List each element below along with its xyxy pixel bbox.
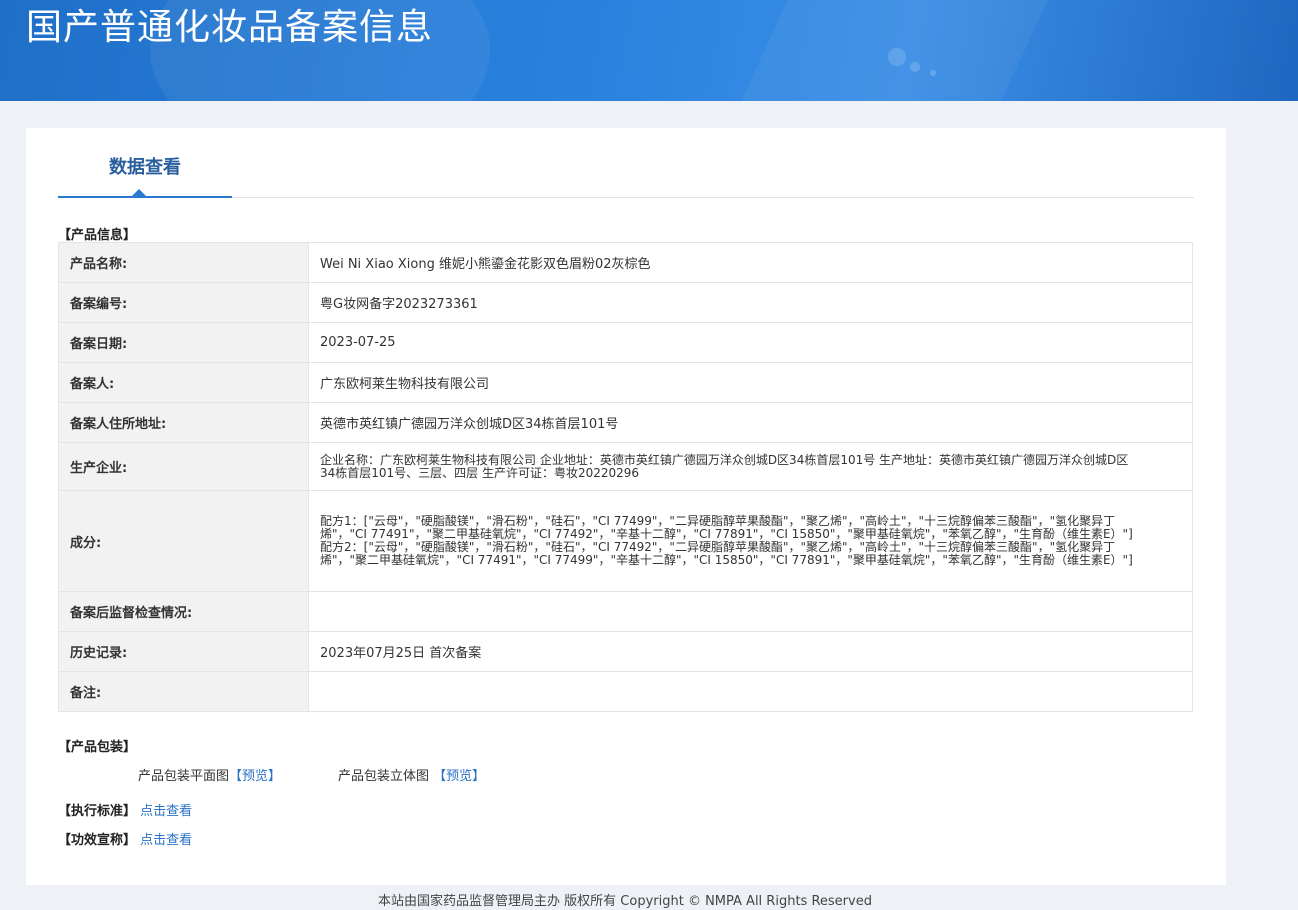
table-row: 备案编号: 粤G妆网备字2023273361 [58,282,1193,323]
banner-decoration [930,70,936,76]
field-label: 成分: [58,490,309,592]
field-label: 生产企业: [58,442,309,491]
formula-2-text: 配方2：["云母"，"硬脂酸镁"，"滑石粉"，"硅石"，"CI 77492"，"… [320,540,1133,567]
inspection-status-value [308,591,1193,632]
tab-bar: 数据查看 [58,128,1194,198]
table-row: 成分: 配方1：["云母"，"硬脂酸镁"，"滑石粉"，"硅石"，"CI 7749… [58,490,1193,592]
remarks-value [308,671,1193,712]
page-title: 国产普通化妆品备案信息 [26,7,434,48]
content-card: 数据查看 【产品信息】 产品名称: Wei Ni Xiao Xiong 维妮小熊… [26,128,1226,885]
standard-heading: 【执行标准】 [58,804,137,819]
registration-date-value: 2023-07-25 [308,322,1193,363]
packaging-flat-label: 产品包装平面图 [138,769,230,784]
efficacy-row: 【功效宣称】 点击查看 [58,829,192,848]
field-label: 产品名称: [58,242,309,283]
table-row: 生产企业: 企业名称：广东欧柯莱生物科技有限公司 企业地址：英德市英红镇广德园万… [58,442,1193,491]
packaging-stereo-item: 产品包装立体图 【预览】 [338,765,485,784]
table-row: 产品名称: Wei Ni Xiao Xiong 维妮小熊鎏金花影双色眉粉02灰棕… [58,242,1193,283]
banner-decoration [910,62,920,72]
packaging-heading: 【产品包装】 [58,740,137,755]
table-row: 备案人住所地址: 英德市英红镇广德园万洋众创城D区34栋首层101号 [58,402,1193,443]
registrant-value: 广东欧柯莱生物科技有限公司 [308,362,1193,403]
packaging-flat-preview-link[interactable]: 【预览】 [229,769,281,784]
tab-active-indicator [132,189,146,196]
product-name-value: Wei Ni Xiao Xiong 维妮小熊鎏金花影双色眉粉02灰棕色 [308,242,1193,283]
packaging-stereo-preview-link[interactable]: 【预览】 [433,769,485,784]
packaging-flat-item: 产品包装平面图【预览】 [138,765,281,784]
efficacy-heading: 【功效宣称】 [58,833,137,848]
manufacturer-value: 企业名称：广东欧柯莱生物科技有限公司 企业地址：英德市英红镇广德园万洋众创城D区… [308,442,1193,491]
field-label: 备案人住所地址: [58,402,309,443]
table-row: 备案后监督检查情况: [58,591,1193,632]
field-label: 备注: [58,671,309,712]
tab-label: 数据查看 [109,157,181,178]
ingredients-value: 配方1：["云母"，"硬脂酸镁"，"滑石粉"，"硅石"，"CI 77499"，"… [308,490,1193,592]
product-info-table: 产品名称: Wei Ni Xiao Xiong 维妮小熊鎏金花影双色眉粉02灰棕… [58,242,1193,712]
field-label: 备案日期: [58,322,309,363]
header-banner: 国产普通化妆品备案信息 [0,0,1298,101]
tab-data-view[interactable]: 数据查看 [58,128,232,198]
field-label: 历史记录: [58,631,309,672]
packaging-stereo-label: 产品包装立体图 [338,769,430,784]
history-value: 2023年07月25日 首次备案 [308,631,1193,672]
formula-1-text: 配方1：["云母"，"硬脂酸镁"，"滑石粉"，"硅石"，"CI 77499"，"… [320,514,1133,541]
registrant-address-value: 英德市英红镇广德园万洋众创城D区34栋首层101号 [308,402,1193,443]
field-label: 备案人: [58,362,309,403]
banner-decoration [888,48,906,66]
field-label: 备案后监督检查情况: [58,591,309,632]
standard-view-link[interactable]: 点击查看 [140,804,192,819]
table-row: 备案人: 广东欧柯莱生物科技有限公司 [58,362,1193,403]
registration-number-value: 粤G妆网备字2023273361 [308,282,1193,323]
table-row: 备案日期: 2023-07-25 [58,322,1193,363]
efficacy-view-link[interactable]: 点击查看 [140,833,192,848]
field-label: 备案编号: [58,282,309,323]
product-info-heading: 【产品信息】 [58,228,137,243]
table-row: 备注: [58,671,1193,712]
footer-copyright: 本站由国家药品监督管理局主办 版权所有 Copyright © NMPA All… [378,894,872,909]
table-row: 历史记录: 2023年07月25日 首次备案 [58,631,1193,672]
standard-row: 【执行标准】 点击查看 [58,800,192,819]
